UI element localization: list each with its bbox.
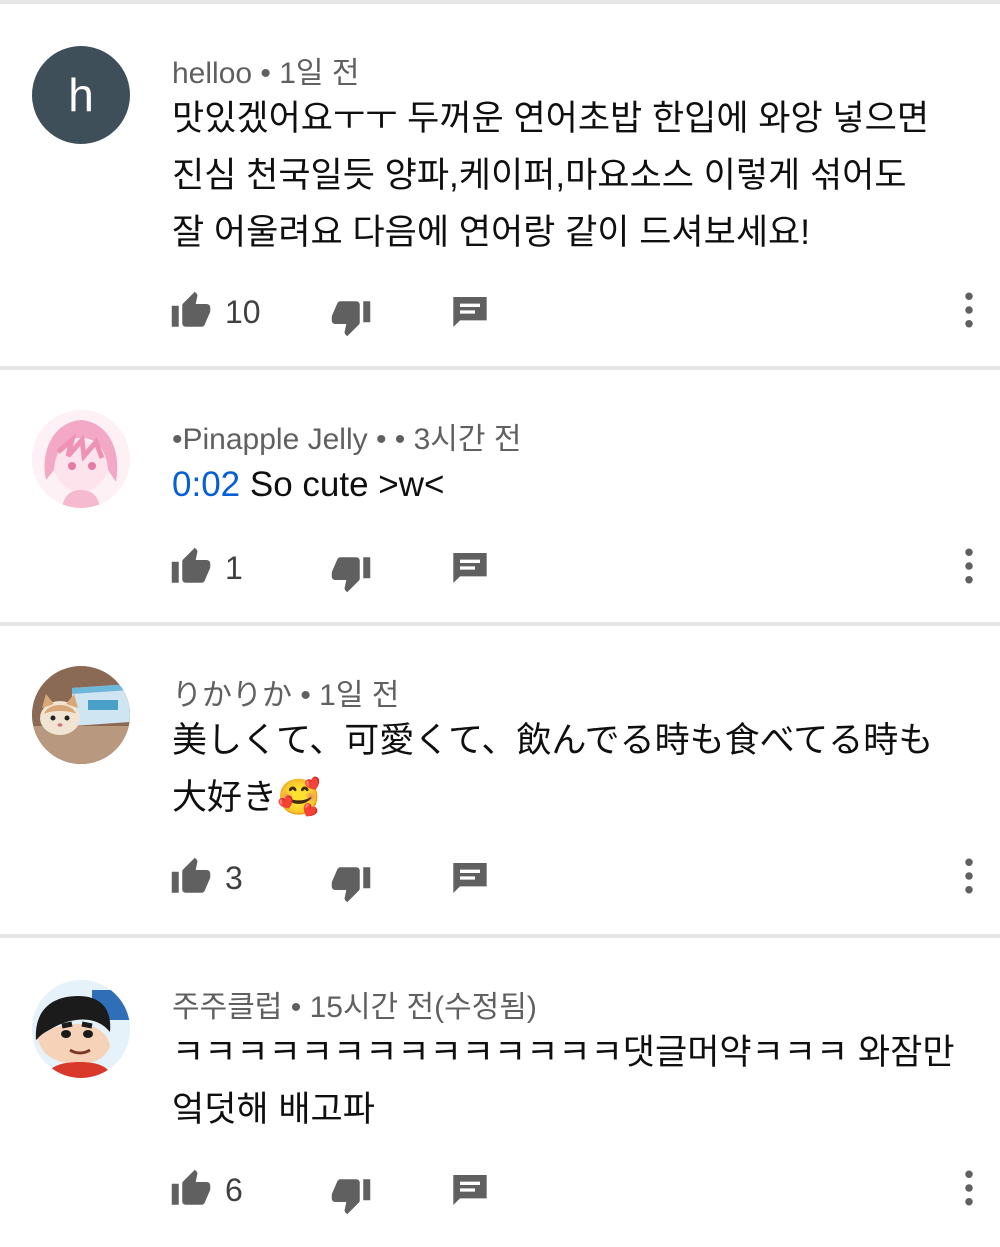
thumbs-down-icon <box>331 301 371 337</box>
dislike-button[interactable] <box>330 552 372 594</box>
comment-meta: helloo • 1일 전 <box>172 48 359 92</box>
dislike-button[interactable] <box>330 1174 372 1216</box>
author-name[interactable]: 주주클럽 <box>172 991 282 1024</box>
thumbs-down-icon <box>331 1179 371 1215</box>
like-count: 10 <box>225 294 261 330</box>
avatar[interactable] <box>32 666 130 764</box>
comment-icon <box>453 863 487 893</box>
cat-in-box-avatar-image <box>32 666 130 764</box>
like-count: 6 <box>225 1172 243 1208</box>
comment-text: 美しくて、可愛くて、飲んでる時も食べてる時も 大好き🥰 <box>172 712 972 826</box>
thumbs-up-icon <box>171 291 211 327</box>
comment-body: 맛있겠어요ㅜㅜ 두꺼운 연어초밥 한입에 와앙 넣으면 진심 천국일듯 양파,케… <box>172 99 930 252</box>
more-options-button[interactable] <box>954 1168 984 1208</box>
thumbs-up-icon <box>171 857 211 893</box>
thumbs-up-icon <box>171 1169 211 1205</box>
comment-actions: 10 <box>0 290 1000 340</box>
comment-time: • 15시간 전(수정됨) <box>282 991 537 1024</box>
thumbs-up-icon <box>171 547 211 583</box>
comment-item: 주주클럽 • 15시간 전(수정됨) ㅋㅋㅋㅋㅋㅋㅋㅋㅋㅋㅋㅋㅋㅋ댓글머약ㅋㅋㅋ… <box>0 934 1000 1247</box>
reply-button[interactable] <box>450 292 490 332</box>
comment-body: 美しくて、可愛くて、飲んでる時も食べてる時も 大好き🥰 <box>172 721 934 817</box>
comment-body: So cute >w< <box>240 465 445 504</box>
dislike-button[interactable] <box>330 296 372 338</box>
author-name[interactable]: りかりか <box>172 679 292 712</box>
comment-text: ㅋㅋㅋㅋㅋㅋㅋㅋㅋㅋㅋㅋㅋㅋ댓글머약ㅋㅋㅋ 와잠만 엌덧해 배고파 <box>172 1024 972 1138</box>
more-vert-icon <box>965 858 973 894</box>
comment-text: 맛있겠어요ㅜㅜ 두꺼운 연어초밥 한입에 와앙 넣으면 진심 천국일듯 양파,케… <box>172 90 972 261</box>
timestamp-link[interactable]: 0:02 <box>172 465 240 504</box>
like-button[interactable] <box>170 1168 212 1210</box>
comment-icon <box>453 297 487 327</box>
avatar-letter: h <box>68 69 94 121</box>
comment-item: h helloo • 1일 전 맛있겠어요ㅜㅜ 두꺼운 연어초밥 한입에 와앙 … <box>0 0 1000 368</box>
more-options-button[interactable] <box>954 546 984 586</box>
more-vert-icon <box>965 1170 973 1206</box>
like-count: 3 <box>225 860 243 896</box>
comment-icon <box>453 1175 487 1205</box>
comment-actions: 6 <box>0 1168 1000 1218</box>
comment-actions: 3 <box>0 856 1000 906</box>
like-button[interactable] <box>170 290 212 332</box>
more-vert-icon <box>965 292 973 328</box>
anime-girl-avatar-image <box>32 410 130 508</box>
like-button[interactable] <box>170 856 212 898</box>
comment-meta: •Pinapple Jelly • • 3시간 전 <box>172 414 521 458</box>
reply-button[interactable] <box>450 1170 490 1210</box>
comment-time: • 3시간 전 <box>386 423 522 456</box>
comment-meta: 주주클럽 • 15시간 전(수정됨) <box>172 982 537 1026</box>
comment-item: りかりか • 1일 전 美しくて、可愛くて、飲んでる時も食べてる時も 大好き🥰 … <box>0 622 1000 936</box>
avatar[interactable] <box>32 980 130 1078</box>
comment-body: ㅋㅋㅋㅋㅋㅋㅋㅋㅋㅋㅋㅋㅋㅋ댓글머약ㅋㅋㅋ 와잠만 엌덧해 배고파 <box>172 1033 955 1129</box>
author-name[interactable]: helloo <box>172 57 252 90</box>
thumbs-down-icon <box>331 867 371 903</box>
comment-meta: りかりか • 1일 전 <box>172 670 399 714</box>
dislike-button[interactable] <box>330 862 372 904</box>
comment-actions: 1 <box>0 546 1000 596</box>
comment-time: • 1일 전 <box>292 679 400 712</box>
like-count: 1 <box>225 550 243 586</box>
thumbs-down-icon <box>331 557 371 593</box>
avatar[interactable] <box>32 410 130 508</box>
comment-icon <box>453 553 487 583</box>
like-button[interactable] <box>170 546 212 588</box>
more-vert-icon <box>965 548 973 584</box>
comment-text: 0:02 So cute >w< <box>172 456 972 513</box>
reply-button[interactable] <box>450 858 490 898</box>
more-options-button[interactable] <box>954 290 984 330</box>
author-name[interactable]: •Pinapple Jelly • <box>172 423 386 456</box>
more-options-button[interactable] <box>954 856 984 896</box>
avatar[interactable]: h <box>32 46 130 144</box>
reply-button[interactable] <box>450 548 490 588</box>
comment-time: • 1일 전 <box>252 57 360 90</box>
comment-item: •Pinapple Jelly • • 3시간 전 0:02 So cute >… <box>0 366 1000 624</box>
cartoon-boy-avatar-image <box>32 980 130 1078</box>
